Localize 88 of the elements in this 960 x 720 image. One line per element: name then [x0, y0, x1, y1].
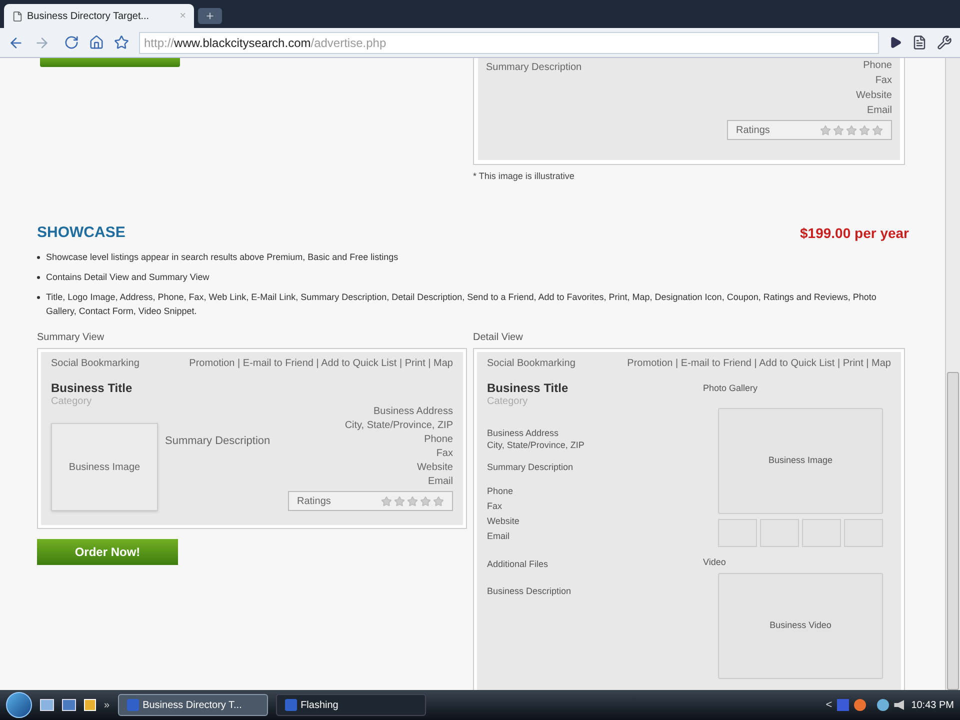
- social-bookmarking: Social Bookmarking: [51, 357, 140, 371]
- start-button[interactable]: [6, 692, 32, 718]
- scrollbar-thumb[interactable]: [947, 372, 959, 690]
- business-description-label: Business Description: [487, 585, 572, 598]
- thumbnail-placeholder: [802, 518, 841, 546]
- category-label: Category: [51, 397, 93, 407]
- tab-title: Business Directory Target...: [27, 10, 150, 24]
- tray-icon[interactable]: [837, 699, 850, 711]
- contact-label: Email: [866, 104, 892, 118]
- contact-label: Phone: [424, 433, 453, 447]
- bookmark-star-icon[interactable]: [114, 35, 129, 50]
- image-caption: Business Image: [768, 454, 833, 467]
- address-line: Business Address: [374, 405, 453, 419]
- additional-files-label: Additional Files: [487, 558, 548, 570]
- url-field[interactable]: http://www.blackcitysearch.com/advertise.php: [139, 32, 879, 54]
- play-icon[interactable]: [889, 36, 902, 49]
- image-caption: Business Image: [68, 460, 140, 474]
- contact-label: Email: [428, 475, 453, 489]
- thumbnail-placeholder: [844, 518, 883, 546]
- home-icon[interactable]: [89, 35, 104, 50]
- taskbar-button[interactable]: Business Directory T...: [118, 694, 268, 716]
- volume-icon[interactable]: [894, 700, 904, 710]
- category-label: Category: [487, 397, 528, 407]
- tray-icon[interactable]: [854, 699, 866, 711]
- price-label: $199.00 per year: [800, 224, 909, 243]
- action-links: Promotion | E-mail to Friend | Add to Quick List | Print | Map: [189, 357, 453, 371]
- clock: 10:43 PM: [911, 698, 954, 712]
- feature-text: Showcase level listings appear in search results above Premium, Basic and Free listings: [46, 251, 398, 264]
- star-icon: [407, 496, 418, 506]
- photo-gallery-label: Photo Gallery: [703, 382, 758, 395]
- address-line: City, State/Province, ZIP: [487, 439, 584, 451]
- bullet-icon: [37, 256, 40, 259]
- browser-tab[interactable]: Business Directory Target... ×: [4, 4, 194, 28]
- contact-label: Phone: [487, 484, 514, 498]
- business-title: Business Title: [487, 380, 568, 397]
- contact-label: Fax: [875, 74, 892, 88]
- contact-label: Email: [487, 530, 511, 542]
- tray-caret[interactable]: <: [826, 696, 832, 714]
- star-icon: [433, 496, 444, 506]
- business-title: Business Title: [51, 380, 134, 397]
- ratings-label: Ratings: [736, 124, 770, 138]
- contact-label: Fax: [487, 500, 504, 512]
- reload-icon[interactable]: [64, 35, 79, 50]
- star-icon: [420, 496, 431, 506]
- overflow-chevron[interactable]: »: [104, 698, 110, 712]
- star-icon: [872, 124, 883, 136]
- back-icon[interactable]: [8, 34, 24, 50]
- wrench-icon[interactable]: [937, 35, 952, 50]
- thumbnail-placeholder: [718, 518, 757, 546]
- summary-description: Summary Description: [487, 461, 574, 474]
- summary-description: Summary Description: [486, 61, 582, 75]
- bullet-icon: [37, 276, 40, 279]
- scrollbar[interactable]: [945, 58, 960, 690]
- feature-text: Title, Logo Image, Address, Phone, Fax, Web Link, E-Mail Link, Summary Description, Detail Description, Send to a Friend, Add to Favorites, Print, Map, Designation Icon, Coupon, Ratings and Reviews, Photo Gallery, Contact Form, Video Snippet.: [46, 291, 878, 318]
- summary-view-label: Summary View: [37, 331, 106, 345]
- showcase-heading: SHOWCASE: [37, 222, 126, 242]
- app-icon: [284, 699, 297, 711]
- address-line: Business Address: [487, 427, 560, 439]
- contact-label: Website: [417, 461, 453, 475]
- contact-label: Phone: [863, 59, 892, 73]
- page-icon: [12, 10, 23, 22]
- star-icon: [846, 124, 857, 136]
- page-menu-icon[interactable]: [912, 35, 927, 50]
- star-icon: [833, 124, 844, 136]
- detail-view-label: Detail View: [473, 331, 524, 345]
- action-links: Promotion | E-mail to Friend | Add to Quick List | Print | Map: [627, 357, 891, 371]
- summary-description: Summary Description: [165, 434, 270, 449]
- plus-icon: [205, 11, 215, 21]
- video-caption: Business Video: [770, 619, 832, 632]
- video-label: Video: [703, 556, 726, 568]
- star-icon: [381, 496, 392, 506]
- social-bookmarking: Social Bookmarking: [487, 357, 576, 371]
- address-line: City, State/Province, ZIP: [344, 419, 453, 433]
- new-tab-button[interactable]: [198, 8, 222, 24]
- order-button[interactable]: Order Now!: [37, 539, 178, 565]
- illustrative-note: * This image is illustrative: [473, 170, 576, 183]
- ratings-label: Ratings: [297, 494, 331, 508]
- contact-label: Fax: [436, 447, 453, 461]
- star-icon: [859, 124, 870, 136]
- thumbnail-placeholder: [760, 518, 799, 546]
- bullet-icon: [37, 296, 40, 299]
- app-icon: [126, 699, 139, 711]
- contact-label: Website: [487, 514, 520, 528]
- star-icon: [820, 124, 831, 136]
- feature-text: Contains Detail View and Summary View: [46, 271, 210, 284]
- contact-label: Website: [856, 89, 892, 103]
- taskbar-button[interactable]: Flashing: [276, 694, 426, 716]
- star-icon: [394, 496, 405, 506]
